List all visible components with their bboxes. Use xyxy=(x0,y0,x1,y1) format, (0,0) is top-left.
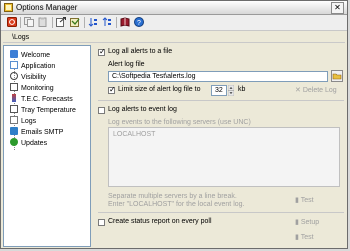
event-servers-textarea[interactable]: LOCALHOST xyxy=(108,127,340,187)
logs-panel: Log all alerts to a file Alert log file … xyxy=(95,45,347,247)
tree-item-logs[interactable]: Logs xyxy=(10,116,36,125)
toolbar-help-icon[interactable]: ? xyxy=(134,17,144,27)
tree-item-label: Application xyxy=(21,63,56,70)
tree-item-visibility[interactable]: Visibility xyxy=(10,72,46,81)
alert-log-file-label: Alert log file xyxy=(108,61,145,68)
toolbar-book-icon[interactable] xyxy=(120,17,130,27)
event-servers-label: Log events to the following servers (use… xyxy=(108,119,251,126)
tree-item-monitoring[interactable]: Monitoring xyxy=(10,83,54,92)
monitoring-icon xyxy=(10,83,18,91)
limit-size-input[interactable]: 32 xyxy=(211,85,227,96)
tree-item-label: Visibility xyxy=(21,74,47,81)
tree-item-label: Monitoring xyxy=(21,85,54,92)
toolbar-export-icon[interactable] xyxy=(56,17,66,27)
tree-item-label: T.E.C. Forecasts xyxy=(21,96,73,103)
application-icon xyxy=(10,61,18,69)
browse-folder-icon[interactable] xyxy=(331,70,343,82)
limit-size-stepper[interactable] xyxy=(228,85,234,96)
status-test-label: Test xyxy=(300,234,314,241)
toolbar-separator xyxy=(20,17,21,28)
visibility-icon xyxy=(10,72,18,80)
limit-size-label: Limit size of alert log file to xyxy=(118,86,201,93)
tree-item-label: Tray Temperature xyxy=(21,107,76,114)
alert-log-file-input[interactable]: C:\Softpedia Test\alerts.log xyxy=(108,71,328,82)
tree-item-welcome[interactable]: Welcome xyxy=(10,50,50,59)
limit-size-unit: kb xyxy=(238,86,246,93)
event-test-button[interactable]: ▮ Test xyxy=(295,195,314,206)
toolbar-separator xyxy=(84,17,85,28)
app-icon xyxy=(4,3,13,12)
delete-log-button[interactable]: ✕ Delete Log xyxy=(295,85,337,96)
log-to-file-checkbox[interactable] xyxy=(98,47,106,56)
toolbar-paste-icon[interactable] xyxy=(38,17,48,27)
test-icon: ▮ xyxy=(295,234,299,241)
breadcrumb-path: \Logs xyxy=(12,34,30,41)
title-bar: Options Manager ✕ xyxy=(1,1,347,15)
tray-temperature-icon xyxy=(10,105,18,113)
divider xyxy=(98,100,344,101)
tree-item-updates[interactable]: Updates xyxy=(10,138,47,147)
tree-item-emails-smtp[interactable]: Emails SMTP xyxy=(10,127,63,136)
test-icon: ▮ xyxy=(295,197,299,204)
event-help-line2: Enter "LOCALHOST" for the local event lo… xyxy=(108,201,245,208)
logs-icon xyxy=(10,116,18,124)
toolbar-copy-icon[interactable] xyxy=(24,17,34,27)
window-title: Options Manager xyxy=(16,3,78,12)
divider xyxy=(98,212,344,213)
limit-size-checkbox[interactable] xyxy=(108,85,116,94)
tree-item-application[interactable]: Application xyxy=(10,61,55,70)
tree-item-label: Logs xyxy=(21,118,37,125)
toolbar: ? xyxy=(1,15,347,31)
toolbar-import-icon[interactable] xyxy=(70,17,80,27)
toolbar-sort-icon[interactable] xyxy=(88,17,98,27)
log-to-event-checkbox[interactable] xyxy=(98,107,105,114)
setup-button[interactable]: ▮ Setup xyxy=(295,217,319,228)
delete-log-label: Delete Log xyxy=(302,87,337,94)
window-close-button[interactable]: ✕ xyxy=(331,2,344,14)
options-manager-window: Options Manager ✕ ? \Logs Welcome Applic… xyxy=(0,0,348,249)
tree-item-label: Updates xyxy=(21,140,48,147)
breadcrumb: \Logs xyxy=(3,32,345,43)
toolbar-separator xyxy=(116,17,117,28)
tree-item-label: Emails SMTP xyxy=(21,129,64,136)
tree-item-tec-forecasts[interactable]: T.E.C. Forecasts xyxy=(10,94,73,103)
delete-icon: ✕ xyxy=(295,87,301,94)
toolbar-sort-reverse-icon[interactable] xyxy=(102,17,112,27)
tree-item-label: Welcome xyxy=(21,52,51,59)
log-to-file-label: Log all alerts to a file xyxy=(108,48,173,55)
toolbar-close-icon[interactable] xyxy=(7,17,17,27)
toolbar-separator xyxy=(52,17,53,28)
status-report-checkbox[interactable] xyxy=(98,219,105,226)
setup-label: Setup xyxy=(300,219,320,226)
event-help-line1: Separate multiple servers by a line brea… xyxy=(108,193,237,200)
event-servers-value: LOCALHOST xyxy=(113,131,156,138)
svg-text:?: ? xyxy=(137,20,141,27)
status-test-button[interactable]: ▮ Test xyxy=(295,232,314,243)
welcome-icon xyxy=(10,50,18,58)
setup-icon: ▮ xyxy=(295,219,299,226)
forecasts-icon xyxy=(12,94,16,102)
status-report-label: Create status report on every poll xyxy=(108,218,212,225)
options-tree: Welcome Application Visibility Monitorin… xyxy=(3,45,91,247)
tree-item-tray-temperature[interactable]: Tray Temperature xyxy=(10,105,76,114)
event-test-label: Test xyxy=(300,197,314,204)
log-to-event-label: Log alerts to event log xyxy=(108,106,177,113)
updates-icon xyxy=(10,138,18,146)
emails-icon xyxy=(10,127,18,135)
